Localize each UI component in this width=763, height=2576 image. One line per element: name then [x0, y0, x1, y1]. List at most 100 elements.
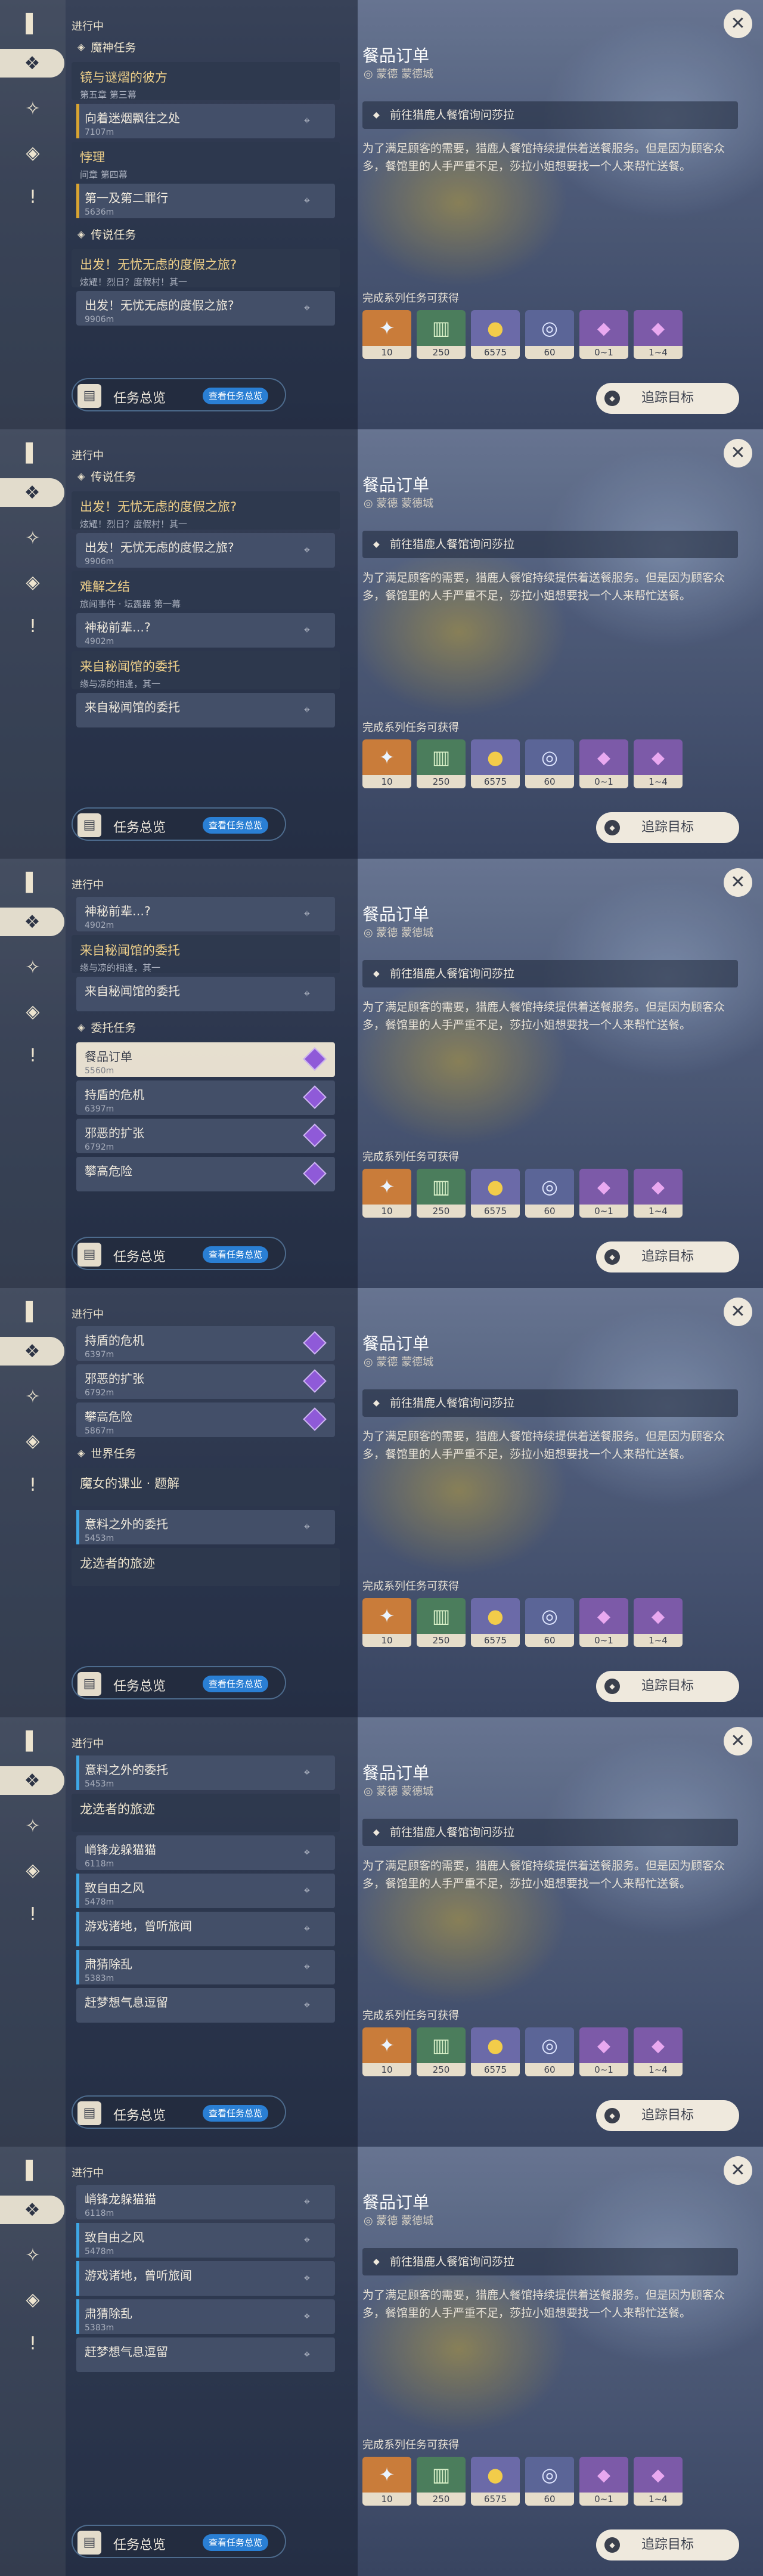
commission-icon[interactable]: ◈: [18, 138, 47, 167]
close-button[interactable]: ✕: [724, 1727, 752, 1755]
quest-item[interactable]: 神秘前辈…? 4902m ⌖: [76, 897, 335, 931]
alert-icon[interactable]: !: [18, 1470, 47, 1499]
reward-purple-crystal[interactable]: ⬥ 0~1: [579, 1598, 628, 1647]
quest-item[interactable]: 持盾的危机 6397m: [76, 1326, 335, 1361]
track-target-button[interactable]: ◆ 追踪目标: [596, 1671, 739, 1702]
quest-overview-button[interactable]: ▤ 任务总览 查看任务总览: [72, 1666, 286, 1699]
quest-item[interactable]: 游戏诸地，曾听旅闻 ⌖: [76, 2261, 335, 2296]
quest-item[interactable]: 餐品订单 5560m: [76, 1042, 335, 1077]
alert-icon[interactable]: !: [18, 182, 47, 211]
quest-diamond-icon[interactable]: ❖: [0, 478, 64, 507]
archon-quest-icon[interactable]: ✧: [18, 94, 47, 123]
track-target-button[interactable]: ◆ 追踪目标: [596, 1241, 739, 1272]
quest-diamond-icon[interactable]: ❖: [0, 49, 64, 78]
reward-purple-crystal[interactable]: ⬥ 0~1: [579, 739, 628, 788]
quest-diamond-icon[interactable]: ❖: [0, 1766, 64, 1795]
quest-group[interactable]: 来自秘闻馆的委托 缘与凉的相逢，其一: [72, 651, 340, 689]
close-button[interactable]: ✕: [724, 2156, 752, 2185]
quest-group[interactable]: 出发！无忧无虑的度假之旅? 炫耀！烈日？度假村！其一: [72, 249, 340, 287]
alert-icon[interactable]: !: [18, 1900, 47, 1928]
reward-star-crystal[interactable]: ✦ 10: [362, 2457, 411, 2506]
quest-overview-button[interactable]: ▤ 任务总览 查看任务总览: [72, 1237, 286, 1270]
reward-exp-book[interactable]: ▥ 250: [417, 2457, 466, 2506]
quest-item[interactable]: 攀高危险 5867m: [76, 1402, 335, 1437]
reward-purple-crystal[interactable]: ⬥ 0~1: [579, 2027, 628, 2076]
reward-mora-coin[interactable]: ● 6575: [471, 2027, 520, 2076]
reward-exp-book[interactable]: ▥ 250: [417, 739, 466, 788]
quest-item[interactable]: 持盾的危机 6397m: [76, 1080, 335, 1115]
reward-exp-book[interactable]: ▥ 250: [417, 1598, 466, 1647]
reward-mora-coin[interactable]: ● 6575: [471, 739, 520, 788]
quest-group[interactable]: 龙选者的旅迹: [72, 1794, 340, 1832]
commission-icon[interactable]: ◈: [18, 997, 47, 1026]
reward-ring-token[interactable]: ◎ 60: [525, 2457, 574, 2506]
commission-icon[interactable]: ◈: [18, 1856, 47, 1884]
track-target-button[interactable]: ◆ 追踪目标: [596, 2100, 739, 2131]
reward-exp-book[interactable]: ▥ 250: [417, 2027, 466, 2076]
quest-item[interactable]: 攀高危险: [76, 1157, 335, 1191]
commission-icon[interactable]: ◈: [18, 2285, 47, 2314]
track-target-button[interactable]: ◆ 追踪目标: [596, 2529, 739, 2560]
quest-group[interactable]: 悖理 间章 第四幕: [72, 142, 340, 180]
reward-mora-coin[interactable]: ● 6575: [471, 2457, 520, 2506]
quest-book-icon[interactable]: ▌: [18, 1727, 47, 1755]
reward-mora-coin[interactable]: ● 6575: [471, 1169, 520, 1218]
archon-quest-icon[interactable]: ✧: [18, 2241, 47, 2270]
reward-ring-token[interactable]: ◎ 60: [525, 310, 574, 359]
close-button[interactable]: ✕: [724, 439, 752, 467]
quest-item[interactable]: 来自秘闻馆的委托 ⌖: [76, 977, 335, 1011]
quest-book-icon[interactable]: ▌: [18, 868, 47, 897]
quest-item[interactable]: 峭锋龙躲猫猫 6118m ⌖: [76, 2185, 335, 2219]
quest-item[interactable]: 赶梦想气息逗留 ⌖: [76, 1988, 335, 2023]
quest-item[interactable]: 肃猜除乱 5383m ⌖: [76, 2299, 335, 2334]
reward-ring-token[interactable]: ◎ 60: [525, 739, 574, 788]
reward-exp-book[interactable]: ▥ 250: [417, 1169, 466, 1218]
reward-star-crystal[interactable]: ✦ 10: [362, 1598, 411, 1647]
reward-ring-token[interactable]: ◎ 60: [525, 2027, 574, 2076]
track-target-button[interactable]: ◆ 追踪目标: [596, 812, 739, 843]
quest-diamond-icon[interactable]: ❖: [0, 908, 64, 936]
reward-purple-crystal[interactable]: ⬥ 1~4: [634, 310, 683, 359]
quest-group[interactable]: 难解之结 旅闻事件 · 坛露器 第一幕: [72, 571, 340, 609]
quest-group[interactable]: 魔女的课业 · 题解: [72, 1468, 340, 1506]
reward-exp-book[interactable]: ▥ 250: [417, 310, 466, 359]
quest-book-icon[interactable]: ▌: [18, 10, 47, 38]
quest-item[interactable]: 峭锋龙躲猫猫 6118m ⌖: [76, 1835, 335, 1870]
close-button[interactable]: ✕: [724, 868, 752, 897]
alert-icon[interactable]: !: [18, 2329, 47, 2358]
reward-purple-crystal[interactable]: ⬥ 1~4: [634, 739, 683, 788]
quest-item[interactable]: 神秘前辈…? 4902m ⌖: [76, 613, 335, 648]
quest-item[interactable]: 赶梦想气息逗留 ⌖: [76, 2337, 335, 2372]
quest-item[interactable]: 出发！无忧无虑的度假之旅? 9906m ⌖: [76, 533, 335, 568]
quest-diamond-icon[interactable]: ❖: [0, 2196, 64, 2224]
quest-overview-button[interactable]: ▤ 任务总览 查看任务总览: [72, 378, 286, 411]
quest-item[interactable]: 邪恶的扩张 6792m: [76, 1119, 335, 1153]
archon-quest-icon[interactable]: ✧: [18, 1382, 47, 1411]
reward-mora-coin[interactable]: ● 6575: [471, 1598, 520, 1647]
reward-purple-crystal[interactable]: ⬥ 1~4: [634, 2027, 683, 2076]
quest-book-icon[interactable]: ▌: [18, 2156, 47, 2185]
alert-icon[interactable]: !: [18, 612, 47, 640]
archon-quest-icon[interactable]: ✧: [18, 953, 47, 982]
commission-icon[interactable]: ◈: [18, 568, 47, 596]
reward-ring-token[interactable]: ◎ 60: [525, 1169, 574, 1218]
reward-mora-coin[interactable]: ● 6575: [471, 310, 520, 359]
quest-group[interactable]: 出发！无忧无虑的度假之旅? 炫耀！烈日？度假村！其一: [72, 491, 340, 530]
quest-group[interactable]: 镜与谜熠的彼方 第五章 第三幕: [72, 62, 340, 100]
reward-star-crystal[interactable]: ✦ 10: [362, 739, 411, 788]
reward-purple-crystal[interactable]: ⬥ 0~1: [579, 310, 628, 359]
close-button[interactable]: ✕: [724, 1298, 752, 1326]
quest-group[interactable]: 来自秘闻馆的委托 缘与凉的相逢，其一: [72, 935, 340, 973]
close-button[interactable]: ✕: [724, 10, 752, 38]
quest-item[interactable]: 向着迷烟飘往之处 7107m ⌖: [76, 104, 335, 138]
quest-item[interactable]: 邪恶的扩张 6792m: [76, 1364, 335, 1399]
quest-item[interactable]: 游戏诸地，曾听旅闻 ⌖: [76, 1912, 335, 1946]
quest-overview-button[interactable]: ▤ 任务总览 查看任务总览: [72, 807, 286, 841]
reward-ring-token[interactable]: ◎ 60: [525, 1598, 574, 1647]
reward-star-crystal[interactable]: ✦ 10: [362, 1169, 411, 1218]
quest-item[interactable]: 肃猜除乱 5383m ⌖: [76, 1950, 335, 1984]
alert-icon[interactable]: !: [18, 1041, 47, 1070]
reward-purple-crystal[interactable]: ⬥ 1~4: [634, 2457, 683, 2506]
quest-overview-button[interactable]: ▤ 任务总览 查看任务总览: [72, 2095, 286, 2129]
commission-icon[interactable]: ◈: [18, 1426, 47, 1455]
